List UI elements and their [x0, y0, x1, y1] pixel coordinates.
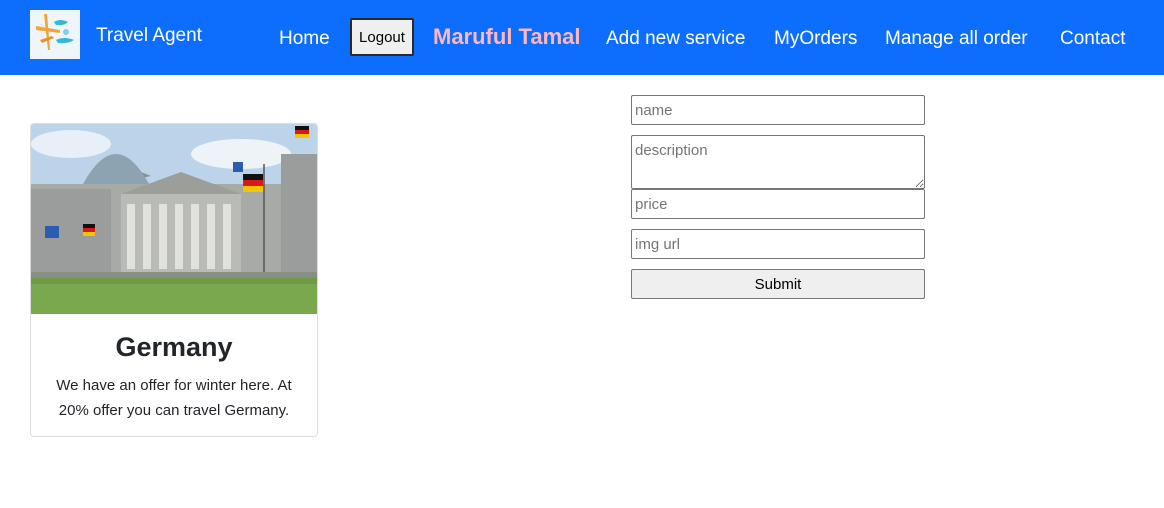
nav-contact-link[interactable]: Contact	[1060, 28, 1125, 50]
user-name: Maruful Tamal	[433, 24, 581, 49]
img-url-input[interactable]	[631, 229, 925, 259]
description-input[interactable]	[631, 135, 925, 189]
service-image	[31, 124, 317, 314]
service-description: We have an offer for winter here. At 20%…	[56, 377, 292, 419]
service-card: Germany We have an offer for winter here…	[30, 123, 318, 437]
submit-button[interactable]: Submit	[631, 269, 925, 299]
nav-my-orders-link[interactable]: MyOrders	[774, 28, 857, 50]
nav-home-link[interactable]: Home	[279, 28, 330, 50]
nav-manage-orders-link[interactable]: Manage all order	[885, 28, 1028, 50]
service-title: Germany	[115, 332, 233, 362]
name-input[interactable]	[631, 95, 925, 125]
price-input[interactable]	[631, 189, 925, 219]
logout-button[interactable]: Logout	[350, 18, 414, 56]
brand-name[interactable]: Travel Agent	[96, 25, 202, 47]
travel-agent-logo[interactable]	[30, 10, 80, 59]
navbar: Travel Agent Home Logout Maruful Tamal A…	[0, 0, 1164, 75]
nav-add-service-link[interactable]: Add new service	[606, 28, 745, 50]
